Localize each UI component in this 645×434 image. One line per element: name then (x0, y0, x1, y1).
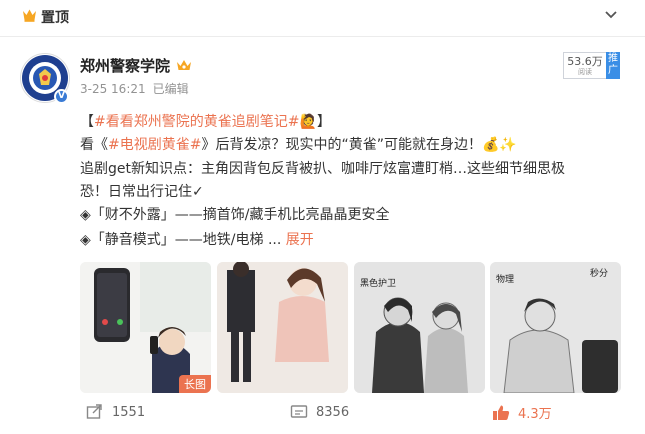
read-count-box: 53.6万 阅读 (563, 52, 606, 79)
post-line: 恐！日常出行记住✓ (80, 184, 204, 200)
post-image[interactable]: 物理 秒分 (490, 262, 621, 393)
share-button[interactable]: 1551 (86, 402, 145, 422)
post-line: ◈「财不外露」——摘首饰/藏手机比亮晶晶更安全 (80, 207, 390, 223)
pinned-label: 置顶 (41, 10, 69, 26)
post-image[interactable]: 长图 (80, 262, 211, 393)
topic-link[interactable]: #电视剧黄雀# (108, 137, 201, 153)
verified-v-icon: V (54, 89, 69, 104)
post-line: 看《#电视剧黄雀#》后背发凉？现实中的“黄雀”可能就在身边！💰✨ (80, 135, 517, 155)
post-line: 追剧get新知识点：主角因背包反背被扒、咖啡厅炫富遭盯梢…这些细节细思极 (80, 161, 565, 177)
post-title: 【#看看郑州警院的黄雀追剧笔记#🙋】 (80, 112, 331, 132)
image-caption-text: 黑色护卫 (360, 277, 396, 289)
image-caption-text: 秒分 (590, 267, 608, 279)
pinned-header: 置顶 (0, 0, 645, 36)
author-name[interactable]: 郑州警察学院 (80, 55, 170, 76)
title-bracket-close: 】 (316, 114, 331, 130)
post-image[interactable] (217, 262, 348, 393)
illustration-phone-call (80, 262, 211, 393)
line1-prefix: 看《 (80, 137, 108, 153)
ellipsis: ... (267, 232, 282, 248)
post-meta: 3-25 16:21 已编辑 (80, 80, 189, 97)
title-bracket-open: 【 (80, 114, 94, 130)
illustration-sketch-women: 黑色护卫 (354, 262, 485, 393)
long-image-badge: 长图 (179, 375, 211, 393)
like-count: 4.3万 (518, 406, 552, 422)
share-count: 1551 (112, 404, 146, 420)
crown-icon (177, 60, 191, 70)
topic-link[interactable]: #看看郑州警院的黄雀追剧笔记# (94, 114, 299, 130)
post-line: ◈「静音模式」——地铁/电梯 ... 展开 (80, 230, 314, 250)
action-bar: 1551 8356 4.3万 (0, 400, 645, 434)
like-button[interactable]: 4.3万 (492, 402, 552, 422)
line1-rest: 》后背发凉？现实中的“黄雀”可能就在身边！💰✨ (201, 137, 517, 153)
expand-link[interactable]: 展开 (286, 232, 314, 248)
comment-icon (290, 405, 308, 418)
edited-label[interactable]: 已编辑 (153, 82, 189, 96)
illustration-two-women (217, 262, 348, 393)
share-icon (86, 404, 102, 419)
promote-button[interactable]: 推广 (606, 52, 620, 79)
weibo-post-card: 置顶 V 郑州警察学院 3-25 16:21 已编辑 53.6万 阅读 推广 【#… (0, 0, 645, 434)
illustration-sketch-man: 物理 秒分 (490, 262, 621, 393)
header-divider (0, 36, 645, 37)
comment-count: 8356 (316, 404, 350, 420)
post-image[interactable]: 黑色护卫 (354, 262, 485, 393)
line5-text: ◈「静音模式」——地铁/电梯 (80, 232, 268, 248)
title-emoji: 🙋 (299, 114, 317, 130)
chevron-down-icon[interactable] (603, 9, 619, 21)
image-caption-text: 物理 (496, 273, 514, 285)
read-count: 53.6万 (567, 55, 603, 68)
crown-icon (23, 9, 36, 22)
comment-button[interactable]: 8356 (290, 402, 349, 422)
thumbs-up-icon (493, 405, 510, 420)
post-time[interactable]: 3-25 16:21 (80, 82, 146, 96)
read-label: 阅读 (578, 68, 592, 76)
